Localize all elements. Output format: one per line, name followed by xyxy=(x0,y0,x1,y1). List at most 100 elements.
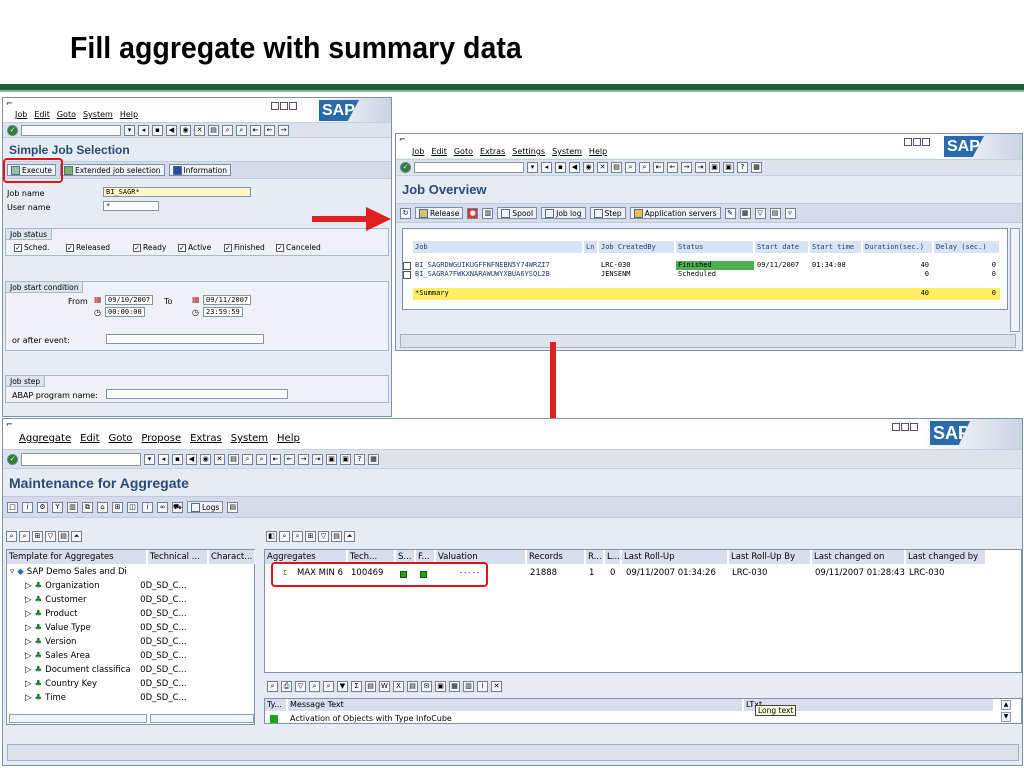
menu-edit[interactable]: Edit xyxy=(34,110,50,119)
find-icon[interactable]: ⌕ xyxy=(222,124,233,136)
close-icon[interactable] xyxy=(922,138,930,146)
choose-icon[interactable]: ✎ xyxy=(724,207,736,219)
prev-page-icon[interactable]: ← xyxy=(284,453,295,465)
menu-help[interactable]: Help xyxy=(120,110,138,119)
find-icon[interactable]: ⌕ xyxy=(6,531,17,542)
exit-icon[interactable]: ◉ xyxy=(200,453,211,465)
expand-icon[interactable]: ⊞ xyxy=(305,531,316,542)
hierarchy-icon[interactable]: ⊞ xyxy=(112,501,123,513)
aggregate-col-header[interactable]: Last Roll-Up xyxy=(622,550,728,564)
find-next-icon[interactable]: ⌕ xyxy=(639,162,650,173)
print-icon[interactable]: ▤ xyxy=(228,453,239,465)
job-name-field[interactable]: BI_SAGR* xyxy=(103,187,251,197)
status-active-checkbox[interactable]: ✓ Active xyxy=(178,243,211,252)
next-page-icon[interactable]: → xyxy=(278,124,289,136)
find-next-icon[interactable]: ⌕ xyxy=(19,531,30,542)
menu-edit[interactable]: Edit xyxy=(80,433,99,444)
find-next-icon[interactable]: ⌕ xyxy=(256,453,267,465)
exit-icon[interactable]: ◉ xyxy=(583,162,594,173)
menu-system[interactable]: System xyxy=(552,147,582,156)
delete-icon[interactable]: ▥ xyxy=(482,207,494,219)
tree-item[interactable]: ▷ ♣ Country Key 0D_SD_C... xyxy=(25,677,187,691)
close-icon[interactable] xyxy=(289,102,297,110)
expand-icon[interactable]: ⊞ xyxy=(32,531,43,542)
tree-item[interactable]: ▷ ♣ Organization 0D_SD_C... xyxy=(25,579,187,593)
send-icon[interactable]: ✉ xyxy=(421,681,432,692)
export-icon[interactable]: ▤ xyxy=(365,681,376,692)
maximize-icon[interactable] xyxy=(280,102,288,110)
cancel-icon[interactable]: ✕ xyxy=(214,453,225,465)
sum-icon[interactable]: Σ xyxy=(351,681,362,692)
menu-goto[interactable]: Goto xyxy=(109,433,133,444)
set-filter-icon[interactable]: ▼ xyxy=(337,681,348,692)
tree-item[interactable]: ▷ ♣ Product 0D_SD_C... xyxy=(25,607,187,621)
col-created-by[interactable]: Job CreatedBy xyxy=(599,241,675,253)
layout-icon[interactable]: ▦ xyxy=(751,162,762,173)
shortcut-icon[interactable]: ▣ xyxy=(723,162,734,173)
from-time-field[interactable]: 00:00:00 xyxy=(105,307,145,317)
row-select-checkbox[interactable] xyxy=(403,262,411,270)
expand-triangle-icon[interactable]: ▷ xyxy=(25,665,32,675)
save-local-icon[interactable]: ▣ xyxy=(435,681,446,692)
menu-system[interactable]: System xyxy=(231,433,268,444)
dropdown-icon[interactable]: ▾ xyxy=(527,162,538,173)
help-icon[interactable]: ? xyxy=(737,162,748,173)
filter-icon[interactable]: ▽ xyxy=(318,531,329,542)
print-icon[interactable]: ⎙ xyxy=(281,681,292,692)
expand-triangle-icon[interactable]: ▷ xyxy=(25,637,32,647)
col-delay[interactable]: Delay (sec.) xyxy=(934,241,1000,253)
spool-button[interactable]: Spool xyxy=(497,207,538,219)
next-page-icon[interactable]: → xyxy=(681,162,692,173)
first-page-icon[interactable]: ⇤ xyxy=(250,124,261,136)
save-icon[interactable]: ▪ xyxy=(152,124,163,136)
word-icon[interactable]: W xyxy=(379,681,390,692)
copy-icon[interactable]: ⧉ xyxy=(82,501,93,513)
settings-icon[interactable]: ▤ xyxy=(331,531,342,542)
tree-item[interactable]: ▷ ♣ Version 0D_SD_C... xyxy=(25,635,187,649)
layout-icon[interactable]: ▦ xyxy=(368,453,379,465)
information-button[interactable]: Information xyxy=(168,164,231,176)
step-button[interactable]: Step xyxy=(589,207,626,219)
prev-page-icon[interactable]: ← xyxy=(667,162,678,173)
detail-icon[interactable]: ◫ xyxy=(127,501,138,513)
menu-aggregate[interactable]: Aggregate xyxy=(19,433,71,444)
first-page-icon[interactable]: ⇤ xyxy=(653,162,664,173)
maximize-icon[interactable] xyxy=(901,423,909,431)
tree-horizontal-scrollbar[interactable] xyxy=(9,714,147,723)
menu-job[interactable]: Job xyxy=(15,110,27,119)
print-icon[interactable]: ▤ xyxy=(208,124,219,136)
next-page-icon[interactable]: → xyxy=(298,453,309,465)
expand-triangle-icon[interactable]: ▷ xyxy=(25,581,32,591)
save-list-icon[interactable]: ▤ xyxy=(407,681,418,692)
glasses-icon[interactable]: ∞ xyxy=(157,501,168,513)
tree-root[interactable]: ▿ ◆ SAP Demo Sales and Di xyxy=(10,565,127,579)
filter-icon[interactable]: ▽ xyxy=(295,681,306,692)
command-field[interactable] xyxy=(414,162,524,173)
col-job[interactable]: Job xyxy=(413,241,583,253)
help-icon[interactable]: ? xyxy=(354,453,365,465)
col-duration[interactable]: Duration(sec.) xyxy=(863,241,933,253)
status-finished-checkbox[interactable]: ✓ Finished xyxy=(224,243,265,252)
expand-triangle-icon[interactable]: ▷ xyxy=(25,651,32,661)
aggregate-col-header[interactable]: Last Roll-Up By xyxy=(729,550,811,564)
application-servers-button[interactable]: Application servers xyxy=(629,207,721,219)
dropdown-icon[interactable]: ▾ xyxy=(124,124,135,136)
tree-item[interactable]: ▷ ♣ Time 0D_SD_C... xyxy=(25,691,187,705)
menu-goto[interactable]: Goto xyxy=(454,147,473,156)
find-icon[interactable]: ⌕ xyxy=(625,162,636,173)
expand-triangle-icon[interactable]: ▷ xyxy=(25,595,32,605)
create-icon[interactable]: □ xyxy=(7,501,18,513)
collapse-icon[interactable]: ⏶ xyxy=(344,531,355,542)
find-icon[interactable]: ⌕ xyxy=(279,531,290,542)
col-ln[interactable]: Ln xyxy=(584,241,598,253)
transport-icon[interactable]: ⛟ xyxy=(172,501,183,513)
menu-edit[interactable]: Edit xyxy=(431,147,447,156)
cancel-icon[interactable]: ✕ xyxy=(597,162,608,173)
menu-help[interactable]: Help xyxy=(589,147,607,156)
print-icon[interactable]: ▤ xyxy=(611,162,622,173)
enter-icon[interactable]: ✓ xyxy=(400,162,411,173)
nav-back-icon[interactable]: ◀ xyxy=(569,162,580,173)
delete-icon[interactable]: ▥ xyxy=(67,501,78,513)
stop-icon[interactable]: ● xyxy=(467,207,479,219)
collapse-triangle-icon[interactable]: ▿ xyxy=(10,567,14,577)
